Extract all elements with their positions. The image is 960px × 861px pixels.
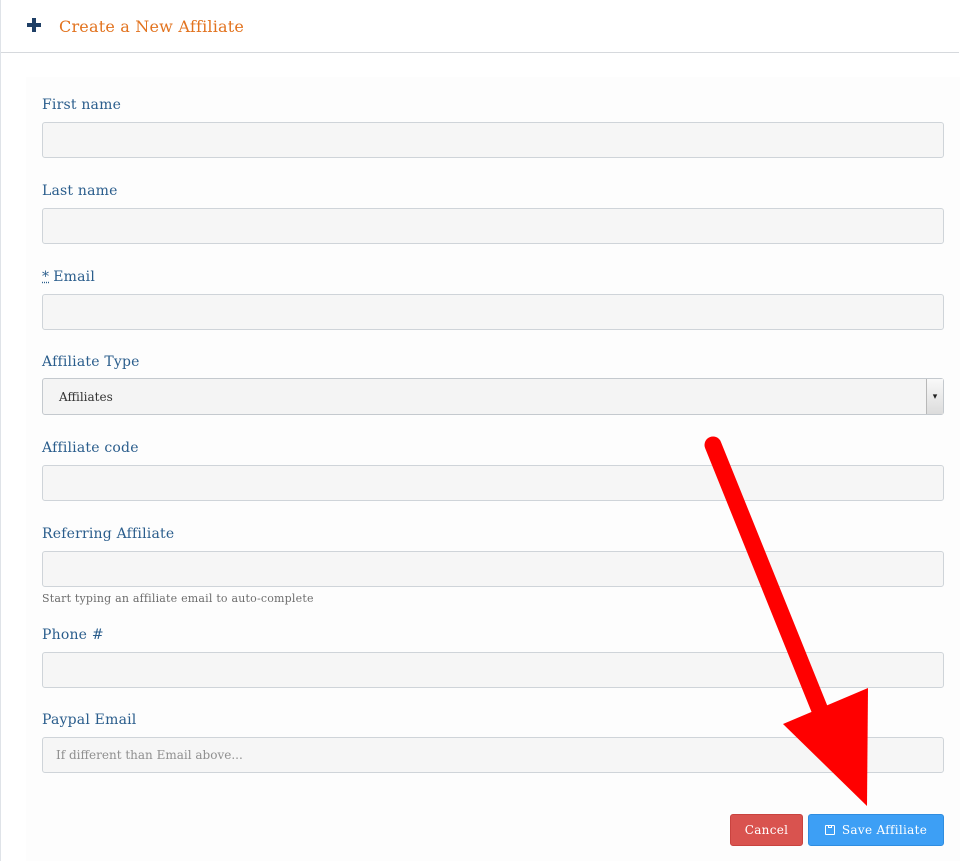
- phone-group: Phone #: [42, 625, 944, 688]
- affiliate-code-label: Affiliate code: [42, 440, 139, 456]
- affiliate-type-label: Affiliate Type: [42, 354, 140, 370]
- affiliate-code-group: Affiliate code: [42, 438, 944, 501]
- cancel-button[interactable]: Cancel: [730, 814, 803, 846]
- panel-header: Create a New Affiliate: [1, 0, 959, 53]
- referring-affiliate-help: Start typing an affiliate email to auto-…: [42, 592, 314, 605]
- cancel-button-label: Cancel: [744, 823, 789, 837]
- last-name-group: Last name: [42, 181, 944, 244]
- affiliate-code-input[interactable]: [42, 465, 944, 501]
- referring-affiliate-label: Referring Affiliate: [42, 526, 175, 542]
- referring-affiliate-group: Referring Affiliate Start typing an affi…: [42, 524, 944, 605]
- affiliate-type-selected: Affiliates: [59, 389, 113, 404]
- phone-label: Phone #: [42, 627, 104, 643]
- email-label: Email: [53, 269, 95, 285]
- affiliate-type-group: Affiliate Type Affiliates ▾: [42, 352, 944, 415]
- affiliate-form: First name Last name * Email Affiliate Ty…: [26, 77, 960, 861]
- create-affiliate-panel: Create a New Affiliate First name Last n…: [0, 0, 960, 861]
- chevron-down-icon[interactable]: ▾: [926, 379, 943, 414]
- plus-icon: [27, 18, 41, 32]
- paypal-email-group: Paypal Email: [42, 710, 944, 773]
- email-input[interactable]: [42, 294, 944, 330]
- required-mark: *: [42, 269, 50, 285]
- first-name-input[interactable]: [42, 122, 944, 158]
- save-affiliate-button[interactable]: Save Affiliate: [808, 814, 944, 846]
- first-name-label: First name: [42, 97, 122, 113]
- paypal-email-label: Paypal Email: [42, 712, 137, 728]
- referring-affiliate-input[interactable]: [42, 551, 944, 587]
- email-label-row: * Email: [42, 267, 944, 287]
- affiliate-type-select[interactable]: Affiliates ▾: [42, 378, 944, 415]
- paypal-email-input[interactable]: [42, 737, 944, 773]
- first-name-group: First name: [42, 95, 944, 158]
- last-name-input[interactable]: [42, 208, 944, 244]
- phone-input[interactable]: [42, 652, 944, 688]
- save-button-label: Save Affiliate: [841, 823, 928, 837]
- email-group: * Email: [42, 267, 944, 330]
- floppy-icon: [824, 825, 835, 835]
- page-title: Create a New Affiliate: [59, 16, 245, 36]
- last-name-label: Last name: [42, 183, 118, 199]
